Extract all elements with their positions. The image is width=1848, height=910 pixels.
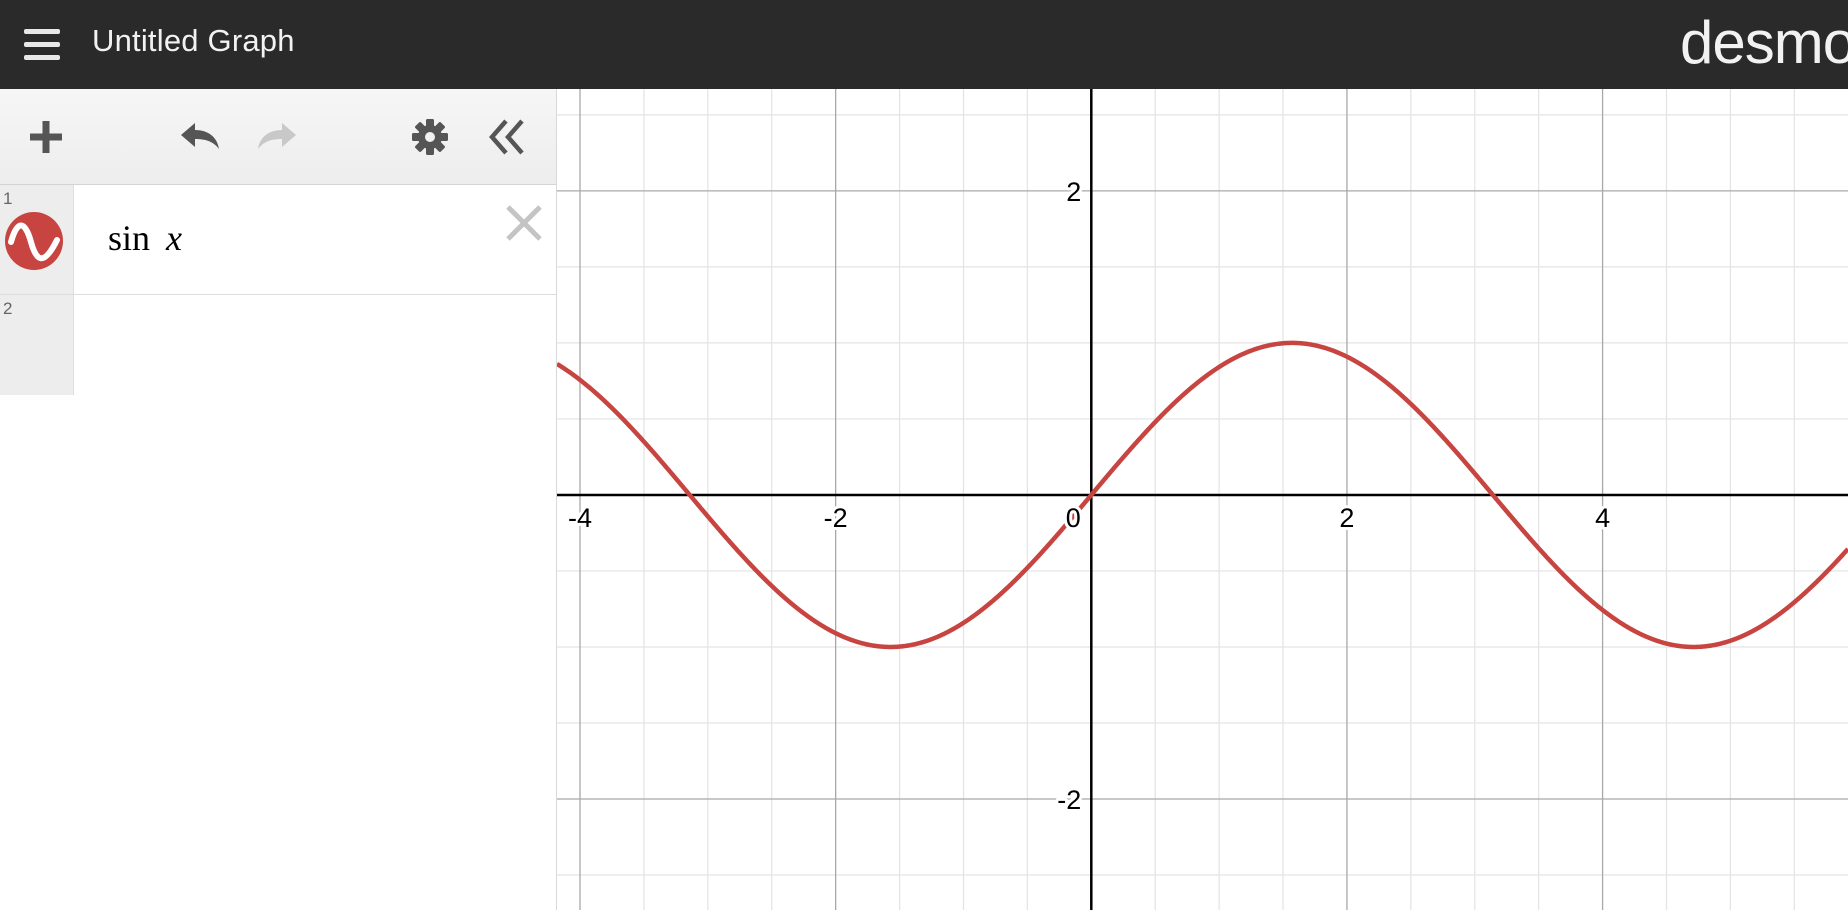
x-tick-label: -4 bbox=[568, 503, 592, 533]
double-chevron-left-icon bbox=[489, 119, 524, 155]
settings-button[interactable] bbox=[404, 111, 456, 163]
expression-list: 1 sin x 2 bbox=[0, 185, 556, 395]
hamburger-menu-icon[interactable] bbox=[20, 22, 64, 66]
redo-button[interactable] bbox=[252, 111, 304, 163]
gear-icon bbox=[412, 119, 448, 155]
graph-title[interactable]: Untitled Graph bbox=[92, 23, 295, 59]
menu-line bbox=[24, 41, 60, 47]
expression-input[interactable]: sin x bbox=[108, 217, 182, 259]
expression-index: 2 bbox=[3, 299, 13, 318]
expression-toolbar bbox=[0, 89, 556, 185]
expression-index: 1 bbox=[3, 189, 13, 208]
y-tick-label: -2 bbox=[1057, 785, 1081, 815]
graph-svg[interactable]: -4 -2 0 2 4 2 -2 bbox=[557, 89, 1848, 910]
function-variable: x bbox=[166, 218, 182, 258]
add-expression-button[interactable] bbox=[20, 111, 72, 163]
plus-icon bbox=[30, 121, 62, 153]
y-tick-label: 2 bbox=[1066, 177, 1081, 207]
graph-canvas[interactable]: -4 -2 0 2 4 2 -2 bbox=[557, 89, 1848, 910]
expression-row[interactable]: 2 bbox=[0, 295, 556, 395]
x-tick-label: 2 bbox=[1339, 503, 1354, 533]
x-tick-label: -2 bbox=[824, 503, 848, 533]
expression-row[interactable]: 1 sin x bbox=[0, 185, 556, 295]
collapse-panel-button[interactable] bbox=[482, 111, 534, 163]
redo-icon bbox=[258, 123, 296, 149]
graph-style-icon[interactable] bbox=[5, 212, 63, 270]
undo-button[interactable] bbox=[173, 111, 225, 163]
x-tick-label: 0 bbox=[1066, 503, 1081, 533]
x-tick-label: 4 bbox=[1595, 503, 1610, 533]
menu-line bbox=[24, 54, 60, 60]
close-icon bbox=[506, 205, 542, 241]
sine-wave-icon bbox=[8, 222, 60, 262]
expression-gutter: 1 bbox=[0, 185, 74, 294]
expression-panel: 1 sin x 2 bbox=[0, 89, 557, 910]
desmos-logo: desmos bbox=[1680, 9, 1848, 76]
undo-icon bbox=[181, 123, 219, 149]
function-name: sin bbox=[108, 218, 151, 258]
delete-expression-button[interactable] bbox=[502, 201, 546, 245]
top-bar: Untitled Graph desmos bbox=[0, 0, 1848, 89]
expression-gutter: 2 bbox=[0, 295, 74, 395]
menu-line bbox=[24, 28, 60, 34]
